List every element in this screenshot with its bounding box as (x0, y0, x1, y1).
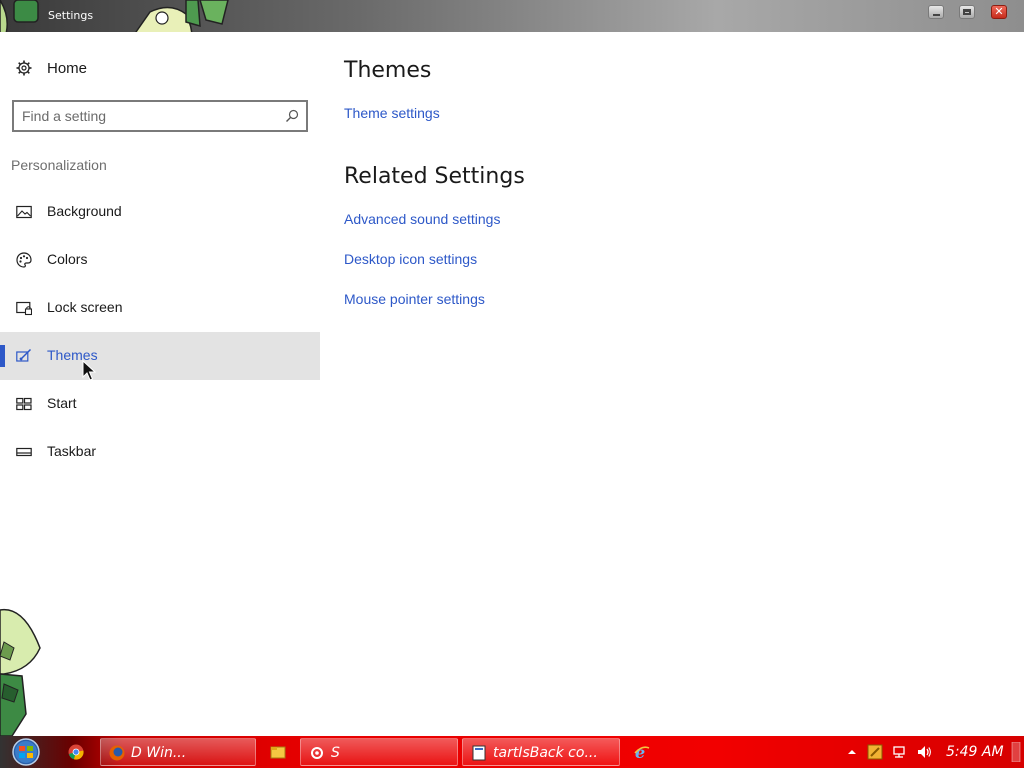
mouse-pointer-settings-link[interactable]: Mouse pointer settings (344, 291, 485, 307)
themes-brush-icon (16, 348, 32, 362)
start-orb-icon[interactable] (6, 738, 46, 766)
close-button[interactable]: ✕ (991, 5, 1007, 19)
window-app-icon (472, 745, 486, 761)
volume-icon[interactable] (916, 744, 932, 760)
search-box[interactable] (12, 100, 308, 132)
section-heading: Personalization (11, 157, 107, 173)
lock-screen-icon (16, 301, 32, 316)
chrome-icon[interactable] (68, 744, 84, 760)
settings-sidebar: Home Personalization Background Colors L (0, 32, 320, 736)
selection-indicator (0, 345, 5, 367)
sidebar-item-taskbar[interactable]: Taskbar (0, 428, 320, 476)
search-input[interactable] (22, 107, 272, 125)
advanced-sound-settings-link[interactable]: Advanced sound settings (344, 211, 500, 227)
show-hidden-icons-icon[interactable] (844, 744, 860, 760)
settings-gear-icon (311, 747, 323, 759)
sidebar-item-label: Background (47, 203, 122, 219)
sidebar-item-label: Taskbar (47, 443, 97, 459)
sidebar-item-lock-screen[interactable]: Lock screen (0, 284, 320, 332)
taskbar-app-settings[interactable]: S (300, 738, 458, 766)
taskbar-app-label: tartIsBack co... (493, 745, 598, 761)
show-desktop-button[interactable] (1010, 742, 1022, 762)
maximize-icon (963, 9, 971, 15)
maximize-button[interactable] (959, 5, 975, 19)
minimize-button[interactable] (928, 5, 944, 19)
taskbar-icon (16, 447, 32, 457)
taskbar-app-startisback[interactable]: tartIsBack co... (462, 738, 620, 766)
gear-icon (16, 60, 32, 76)
start-tiles-icon (16, 397, 32, 411)
picture-icon (16, 205, 32, 219)
theme-settings-link[interactable]: Theme settings (344, 105, 440, 121)
close-icon: ✕ (994, 5, 1004, 18)
sidebar-item-label: Start (47, 395, 77, 411)
sidebar-item-label: Lock screen (47, 299, 123, 315)
file-explorer-icon[interactable] (270, 744, 286, 760)
home-nav-item[interactable]: Home (0, 48, 320, 88)
sidebar-item-colors[interactable]: Colors (0, 236, 320, 284)
firefox-icon (109, 745, 125, 761)
taskbar-app-label: D Win... (131, 745, 187, 761)
taskbar-app-label: S (331, 745, 340, 761)
sidebar-item-background[interactable]: Background (0, 188, 320, 236)
sidebar-item-themes[interactable]: Themes (0, 332, 320, 380)
page-title: Themes (344, 58, 432, 83)
internet-explorer-icon[interactable]: e (634, 744, 650, 760)
palette-icon (16, 252, 32, 268)
search-icon[interactable] (284, 108, 300, 124)
taskbar-clock[interactable]: 5:49 AM (946, 744, 1004, 760)
desktop-icon-settings-link[interactable]: Desktop icon settings (344, 251, 477, 267)
title-bar[interactable]: Settings ✕ (0, 0, 1024, 32)
network-icon[interactable] (892, 744, 908, 760)
taskbar-app-firefox[interactable]: D Win... (100, 738, 256, 766)
window-title: Settings (48, 9, 94, 22)
sidebar-item-label: Colors (47, 251, 88, 267)
home-label: Home (47, 60, 88, 77)
content-pane: Themes Theme settings Related Settings A… (320, 32, 1024, 736)
tray-app-icon[interactable] (867, 744, 883, 760)
taskbar: D Win... S tartIsBack co... e (0, 736, 1024, 768)
mouse-cursor-icon (82, 360, 96, 381)
minimize-icon (932, 13, 940, 16)
sidebar-item-start[interactable]: Start (0, 380, 320, 428)
related-settings-heading: Related Settings (344, 164, 525, 189)
